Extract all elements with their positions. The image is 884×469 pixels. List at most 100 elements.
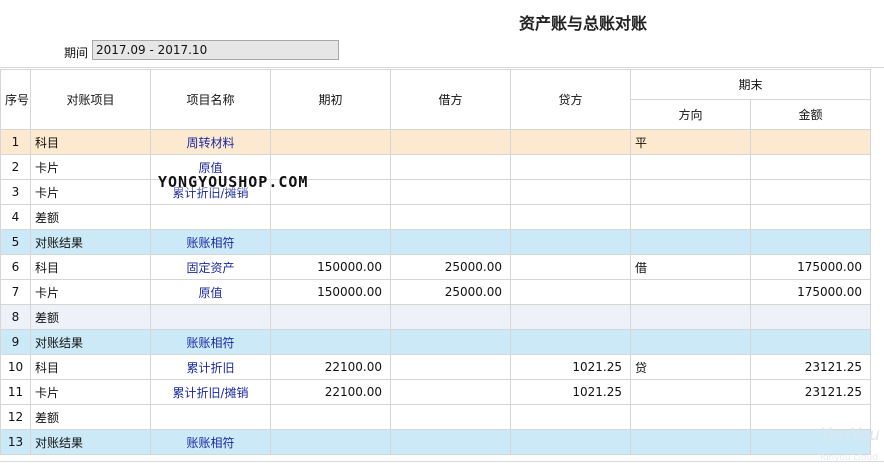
cell-seq: 9 [0,329,31,355]
cell-debit [390,179,511,205]
cell-amount: 23121.25 [749,379,872,405]
col-header-amount: 金额 [749,99,872,130]
cell-credit: 1021.25 [510,354,631,380]
cell-opening: 150000.00 [270,279,391,305]
footer-divider [0,461,884,462]
col-header-opening: 期初 [270,69,391,130]
cell-seq: 11 [0,379,31,405]
cell-item: 卡片 [30,379,151,405]
cell-opening [270,229,391,255]
period-input[interactable]: 2017.09 - 2017.10 [92,40,339,60]
cell-debit [390,229,511,255]
cell-debit: 25000.00 [390,279,511,305]
cell-amount: 175000.00 [749,279,872,305]
cell-seq: 1 [0,129,31,155]
col-header-debit: 借方 [390,69,511,130]
cell-credit [510,229,631,255]
cell-debit [390,429,511,455]
cell-opening [270,404,391,430]
cell-name[interactable]: 固定资产 [150,254,271,280]
cell-amount [749,154,872,180]
table-row[interactable]: 10 科目 累计折旧 22100.00 1021.25 贷 23121.25 [0,354,872,380]
cell-direction [630,204,751,230]
cell-opening [270,204,391,230]
col-header-direction: 方向 [630,99,751,130]
cell-amount [749,229,872,255]
cell-seq: 7 [0,279,31,305]
cell-name[interactable]: 累计折旧/摊销 [150,379,271,405]
cell-credit [510,154,631,180]
cell-item: 卡片 [30,179,151,205]
cell-seq: 10 [0,354,31,380]
table-body: 1 科目 周转材料平 2 卡片 原值 3 卡片 累计折旧/摊销 4 差额 5 对账结果 账账相符 6 科目 固定… [0,129,872,455]
cell-name[interactable]: 账账相符 [150,329,271,355]
cell-name [150,304,271,330]
page-title: 资产账与总账对账 [518,14,647,33]
reconciliation-table: 序号 对账项目 项目名称 期初 借方 贷方 期末 方向 金额 1 科目 周转材料平 2… [0,69,872,455]
cell-seq: 12 [0,404,31,430]
cell-credit [510,204,631,230]
cell-item: 差额 [30,204,151,230]
cell-direction [630,279,751,305]
cell-credit [510,404,631,430]
cell-name[interactable]: 原值 [150,279,271,305]
cell-item: 卡片 [30,154,151,180]
cell-opening: 22100.00 [270,354,391,380]
cell-direction [630,229,751,255]
cell-direction [630,379,751,405]
table-row[interactable]: 2 卡片 原值 [0,154,872,180]
cell-item: 科目 [30,354,151,380]
table-row[interactable]: 8 差额 [0,304,872,330]
cell-name[interactable]: 周转材料 [150,129,271,155]
cell-credit [510,429,631,455]
cell-direction: 借 [630,254,751,280]
cell-credit: 1021.25 [510,379,631,405]
cell-opening [270,304,391,330]
table-row[interactable]: 6 科目 固定资产 150000.00 25000.00 借 175000.00 [0,254,872,280]
cell-seq: 3 [0,179,31,205]
table-row[interactable]: 11 卡片 累计折旧/摊销 22100.00 1021.25 23121.25 [0,379,872,405]
cell-name[interactable]: 累计折旧 [150,354,271,380]
cell-opening [270,429,391,455]
cell-name[interactable]: 账账相符 [150,429,271,455]
cell-credit [510,304,631,330]
cell-item: 差额 [30,304,151,330]
cell-amount: 175000.00 [749,254,872,280]
cell-debit [390,329,511,355]
cell-item: 对账结果 [30,229,151,255]
cell-amount [749,204,872,230]
table-row[interactable]: 5 对账结果 账账相符 [0,229,872,255]
table-row[interactable]: 9 对账结果 账账相符 [0,329,872,355]
col-header-ending: 期末 [629,69,872,100]
cell-seq: 8 [0,304,31,330]
cell-debit [390,354,511,380]
cell-amount [749,129,872,155]
cell-name [150,204,271,230]
table-row[interactable]: 12 差额 [0,404,872,430]
cell-item: 卡片 [30,279,151,305]
table-row[interactable]: 3 卡片 累计折旧/摊销 [0,179,872,205]
cell-seq: 4 [0,204,31,230]
table-row[interactable]: 1 科目 周转材料 平 [0,129,872,155]
cell-opening: 22100.00 [270,379,391,405]
cell-opening: 150000.00 [270,254,391,280]
cell-seq: 13 [0,429,31,455]
cell-credit [510,179,631,205]
cell-amount: 23121.25 [749,354,872,380]
cell-item: 科目 [30,129,151,155]
cell-name[interactable]: 账账相符 [150,229,271,255]
table-row[interactable]: 7 卡片 原值 150000.00 25000.00 175000.00 [0,279,872,305]
cell-debit [390,204,511,230]
cell-debit: 25000.00 [390,254,511,280]
cell-direction: 贷 [630,354,751,380]
cell-debit [390,304,511,330]
table-row[interactable]: 4 差额 [0,204,872,230]
table-row[interactable]: 13 对账结果 账账相符 [0,429,872,455]
cell-seq: 5 [0,229,31,255]
cell-seq: 6 [0,254,31,280]
cell-credit [510,129,631,155]
cell-credit [510,254,631,280]
cell-direction [630,404,751,430]
cell-amount [749,304,872,330]
col-header-seq: 序号 [0,69,31,130]
